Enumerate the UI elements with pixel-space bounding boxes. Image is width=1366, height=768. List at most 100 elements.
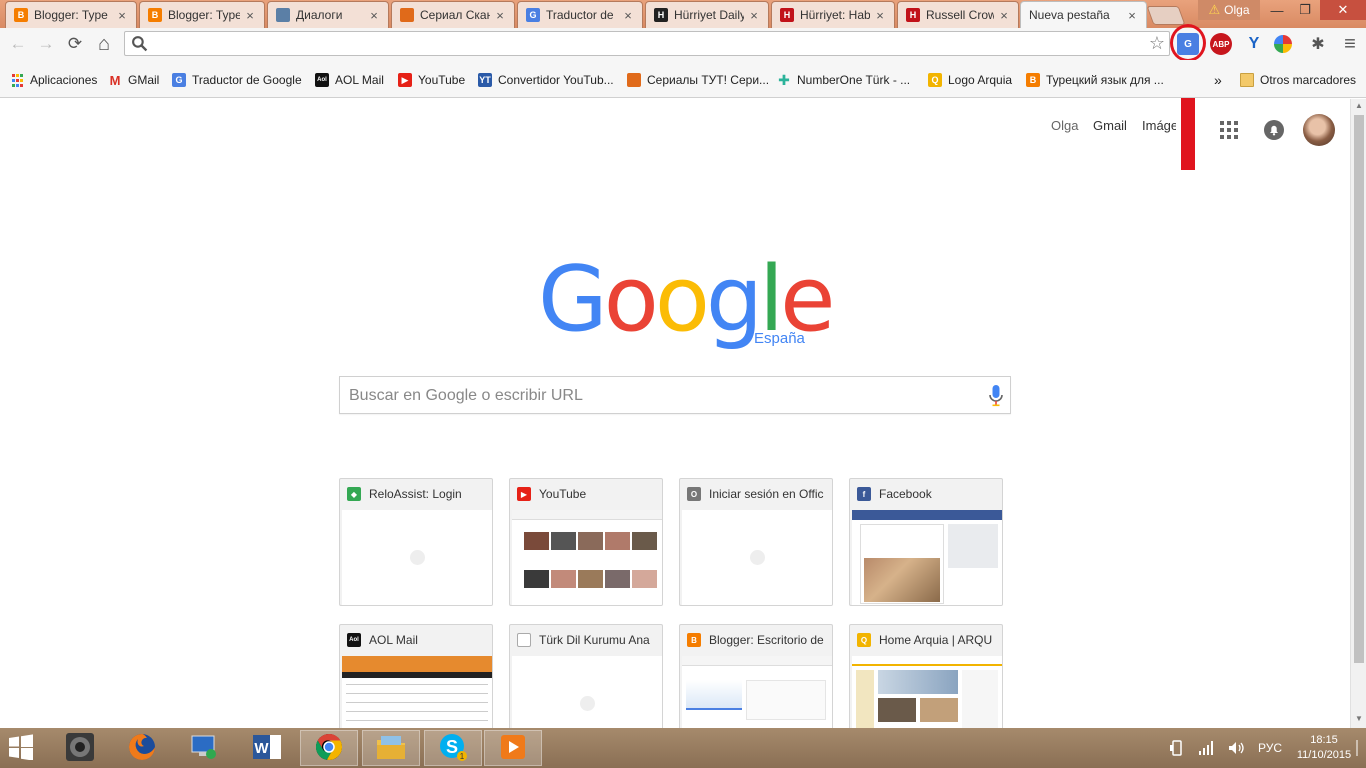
tab-close-icon[interactable]: × <box>1126 8 1138 23</box>
scroll-up-arrow-icon[interactable]: ▲ <box>1351 101 1366 115</box>
thumbnail-block <box>346 711 488 712</box>
bookmark-item[interactable]: G Traductor de Google <box>172 71 302 89</box>
blogger-icon: B <box>687 633 701 647</box>
reload-button[interactable]: ⟳ <box>63 32 87 56</box>
thumbnail-block <box>632 570 657 588</box>
taskbar-network[interactable] <box>175 730 233 766</box>
chrome-menu-button[interactable]: ≡ <box>1338 32 1362 56</box>
thumbnail-block <box>524 570 549 588</box>
avatar[interactable] <box>1303 114 1335 146</box>
address-bar[interactable]: ☆ <box>124 31 1170 56</box>
tab-close-icon[interactable]: × <box>998 8 1010 23</box>
bookmark-item[interactable]: Aol AOL Mail <box>315 71 384 89</box>
tab-active[interactable]: Nueva pestaña × <box>1020 1 1147 28</box>
thumbnail-block <box>746 680 826 720</box>
minimize-button[interactable]: — <box>1262 0 1292 20</box>
taskbar-media[interactable] <box>484 730 542 766</box>
tab-close-icon[interactable]: × <box>494 8 506 23</box>
input-language-indicator[interactable]: РУС <box>1258 741 1282 755</box>
bookmark-star-icon[interactable]: ☆ <box>1149 33 1165 54</box>
other-bookmarks-folder[interactable]: Otros marcadores <box>1240 71 1356 89</box>
address-input[interactable] <box>153 34 1133 53</box>
microphone-icon[interactable] <box>988 385 1004 407</box>
taskbar-audio[interactable] <box>51 730 109 766</box>
volume-icon[interactable] <box>1228 741 1244 755</box>
apps-grid-icon[interactable] <box>1220 121 1238 139</box>
bookmark-item[interactable]: Aplicaciones <box>10 71 97 89</box>
tab-close-icon[interactable]: × <box>622 8 634 23</box>
browser-tab[interactable]: Диалоги × <box>267 1 389 28</box>
color-wheel-extension-icon[interactable] <box>1274 35 1292 53</box>
bookmark-item[interactable]: ✚ NumberOne Türk - ... <box>777 71 910 89</box>
search-input[interactable] <box>349 385 969 407</box>
tab-close-icon[interactable]: × <box>368 8 380 23</box>
tab-close-icon[interactable]: × <box>244 8 256 23</box>
thumbnail-block <box>342 672 492 678</box>
back-button[interactable]: ← <box>6 32 30 56</box>
thumbnail-block <box>605 570 630 588</box>
most-visited-tile[interactable]: f Facebook <box>849 478 1003 606</box>
home-button[interactable]: ⌂ <box>92 32 116 56</box>
browser-tab[interactable]: G Traductor de × <box>517 1 643 28</box>
thumbnail-block <box>632 532 657 550</box>
most-visited-tile[interactable]: ▶ YouTube <box>509 478 663 606</box>
thumbnail-block <box>551 532 576 550</box>
page-scrollbar[interactable]: ▲ ▼ <box>1350 99 1366 728</box>
bookmark-item[interactable]: M GMail <box>108 71 160 89</box>
start-button[interactable] <box>0 730 46 766</box>
tile-title: Facebook <box>879 487 932 501</box>
signal-icon[interactable] <box>1198 741 1214 755</box>
y-extension-icon[interactable]: Y <box>1243 33 1265 55</box>
tab-close-icon[interactable]: × <box>116 8 128 23</box>
scrollbar-thumb[interactable] <box>1354 115 1364 663</box>
tab-close-icon[interactable]: × <box>748 8 760 23</box>
warning-icon: ⚠ <box>1208 2 1221 17</box>
close-window-button[interactable]: ✕ <box>1320 0 1366 20</box>
facebook-icon: f <box>857 487 871 501</box>
browser-tab[interactable]: B Blogger: Type × <box>5 1 137 28</box>
bookmark-item[interactable]: B Турецкий язык для ... <box>1026 71 1164 89</box>
taskbar-explorer[interactable] <box>362 730 420 766</box>
notifications-bell-icon[interactable] <box>1264 120 1284 140</box>
google-search-box[interactable] <box>339 376 1011 414</box>
thumbnail-block <box>551 570 576 588</box>
restore-button[interactable]: ❐ <box>1290 0 1320 20</box>
notification-corner-icon[interactable] <box>1354 740 1360 756</box>
forward-button[interactable]: → <box>34 32 58 56</box>
profile-name: Olga <box>1224 3 1250 17</box>
profile-switcher[interactable]: ⚠ Olga <box>1198 0 1260 20</box>
bug-extension-icon[interactable]: ✱ <box>1307 33 1329 55</box>
taskbar-firefox[interactable] <box>113 730 171 766</box>
most-visited-tile[interactable]: ◆ ReloAssist: Login <box>339 478 493 606</box>
browser-tab[interactable]: H Russell Crowe × <box>897 1 1019 28</box>
browser-tab[interactable]: H Hürriyet: Hab × <box>771 1 895 28</box>
device-icon[interactable] <box>1170 740 1184 756</box>
bookmarks-overflow-button[interactable]: » <box>1214 71 1222 89</box>
thumbnail-block <box>682 656 832 666</box>
new-tab-button[interactable] <box>1146 6 1186 25</box>
fox-icon <box>400 8 414 22</box>
blogger-icon: B <box>148 8 162 22</box>
other-bookmarks-label: Otros marcadores <box>1260 73 1357 87</box>
thumbnail-block <box>346 693 488 694</box>
tab-close-icon[interactable]: × <box>874 8 886 23</box>
user-name-link[interactable]: Olga <box>1051 118 1078 142</box>
youtube-icon: ▶ <box>398 73 412 87</box>
most-visited-tile[interactable]: O Iniciar sesión en Offic <box>679 478 833 606</box>
bookmark-item[interactable]: Сериалы ТУТ! Сери... <box>627 71 769 89</box>
bookmark-item[interactable]: Q Logo Arquia <box>928 71 1012 89</box>
browser-tab[interactable]: H Hürriyet Daily × <box>645 1 769 28</box>
taskbar-skype[interactable]: S1 <box>424 730 482 766</box>
taskbar-chrome[interactable] <box>300 730 358 766</box>
gmail-link[interactable]: Gmail <box>1093 118 1127 142</box>
system-clock[interactable]: 18:15 11/10/2015 <box>1296 733 1352 763</box>
bookmark-item[interactable]: YT Convertidor YouTub... <box>478 71 614 89</box>
images-link[interactable]: Imáge <box>1142 118 1176 142</box>
scroll-down-arrow-icon[interactable]: ▼ <box>1351 714 1366 728</box>
bookmark-item[interactable]: ▶ YouTube <box>398 71 465 89</box>
browser-tab[interactable]: Сериал Скан × <box>391 1 515 28</box>
apps-grid-icon <box>10 73 24 87</box>
browser-tab[interactable]: B Blogger: Type × <box>139 1 265 28</box>
adblock-plus-icon[interactable]: ABP <box>1210 33 1232 55</box>
taskbar-word[interactable]: W <box>238 730 296 766</box>
